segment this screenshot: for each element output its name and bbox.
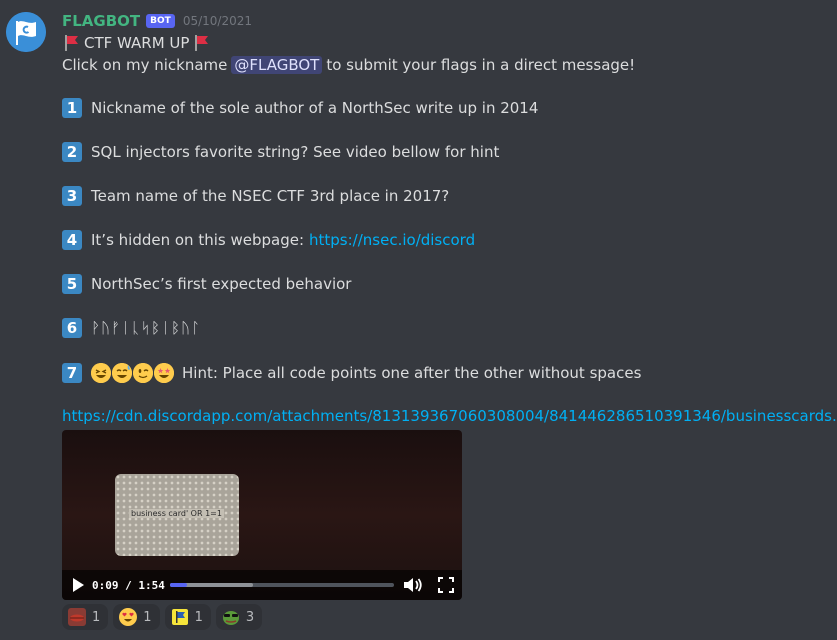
message-title: CTF WARM UP: [62, 32, 210, 54]
attachment-link-line: https://cdn.discordapp.com/attachments/8…: [62, 405, 837, 427]
pepe-sunglasses-icon: [222, 608, 240, 626]
reaction-heart-eyes[interactable]: 1: [113, 604, 160, 630]
card-text: business card' OR 1=1: [129, 509, 224, 518]
bot-badge: BOT: [146, 14, 175, 28]
keycap-6-icon: 6: [62, 318, 82, 338]
video-player[interactable]: business card' OR 1=1 0:09 / 1:54: [62, 430, 462, 600]
keycap-3-icon: 3: [62, 186, 82, 206]
question-1: 1 Nickname of the sole author of a North…: [62, 97, 538, 119]
attachment-link[interactable]: https://cdn.discordapp.com/attachments/8…: [62, 407, 837, 425]
intro-line: Click on my nickname @FLAGBOT to submit …: [62, 54, 635, 76]
question-text: Hint: Place all code points one after th…: [182, 364, 642, 382]
reaction-count: 1: [194, 609, 203, 625]
flag-sticker-icon: [171, 608, 189, 626]
volume-icon[interactable]: [403, 577, 423, 593]
username[interactable]: FLAGBOT: [62, 12, 140, 30]
keycap-4-icon: 4: [62, 230, 82, 250]
reaction-count: 3: [245, 609, 255, 625]
progress-fill: [170, 583, 188, 587]
keycap-7-icon: 7: [62, 363, 82, 383]
triangular-flag-icon: [192, 34, 210, 52]
lips-icon: [68, 608, 86, 626]
intro-text-before: Click on my nickname: [62, 56, 228, 74]
heart-eyes-icon: [119, 608, 138, 626]
reaction-pepe-sunglasses[interactable]: 3: [215, 604, 263, 630]
question-7: 7 Hint: Place all code points one after …: [62, 362, 641, 384]
question-text: NorthSec’s first expected behavior: [91, 275, 352, 293]
reaction-count: 1: [143, 609, 152, 625]
grinning-squinting-face-icon: [91, 363, 111, 383]
question-5: 5 NorthSec’s first expected behavior: [62, 273, 351, 295]
question-4: 4 It’s hidden on this webpage: https://n…: [62, 229, 475, 251]
fullscreen-icon[interactable]: [438, 577, 454, 593]
video-controls: 0:09 / 1:54: [62, 570, 462, 600]
question-6: 6 ᚹᚢᚠᛁᚳᛋᛒᛁᛒᚢᛚ: [62, 317, 201, 339]
star-struck-face-icon: [154, 363, 174, 383]
reaction-lips[interactable]: 1: [62, 604, 109, 630]
question-text: Nickname of the sole author of a NorthSe…: [91, 99, 539, 117]
question-2: 2 SQL injectors favorite string? See vid…: [62, 141, 499, 163]
reaction-count: 1: [92, 609, 101, 625]
intro-text-after: to submit your flags in a direct message…: [326, 56, 636, 74]
keycap-2-icon: 2: [62, 142, 82, 162]
title-text: CTF WARM UP: [84, 34, 190, 52]
video-progress-bar[interactable]: [170, 583, 394, 587]
keycap-5-icon: 5: [62, 274, 82, 294]
keycap-1-icon: 1: [62, 98, 82, 118]
question-text: It’s hidden on this webpage:: [91, 231, 305, 249]
message-header: FLAGBOT BOT 05/10/2021: [62, 11, 252, 31]
question-3: 3 Team name of the NSEC CTF 3rd place in…: [62, 185, 449, 207]
question-text: Team name of the NSEC CTF 3rd place in 2…: [91, 187, 450, 205]
video-time: 0:09 / 1:54: [92, 578, 165, 592]
bot-mention[interactable]: @FLAGBOT: [231, 56, 323, 74]
runic-text: ᚹᚢᚠᛁᚳᛋᛒᛁᛒᚢᛚ: [91, 319, 202, 337]
grinning-sweat-face-icon: [112, 363, 132, 383]
triangular-flag-icon: [62, 34, 80, 52]
reactions-bar: 1 1 1 3: [62, 604, 263, 630]
bot-avatar[interactable]: [6, 12, 46, 52]
winking-face-icon: [133, 363, 153, 383]
nsec-discord-link[interactable]: https://nsec.io/discord: [309, 231, 475, 249]
reaction-flag-sticker[interactable]: 1: [164, 604, 211, 630]
chat-message: FLAGBOT BOT 05/10/2021 CTF WARM UP Click…: [0, 0, 837, 640]
flag-icon: [6, 12, 46, 52]
timestamp: 05/10/2021: [182, 14, 252, 28]
question-text: SQL injectors favorite string? See video…: [91, 143, 500, 161]
business-card-frame: business card' OR 1=1: [115, 474, 239, 556]
play-icon[interactable]: [72, 578, 84, 592]
